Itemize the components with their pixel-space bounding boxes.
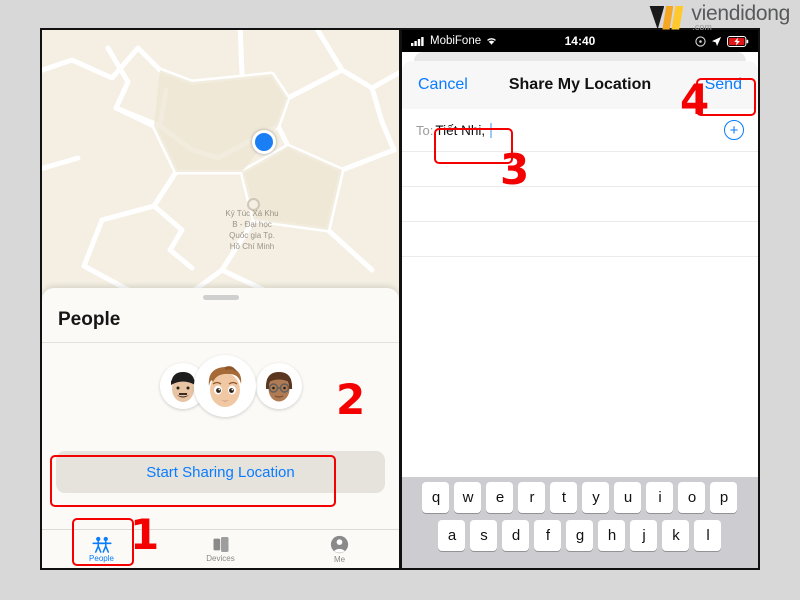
- annotation-number-3: 3: [500, 145, 530, 194]
- key-e[interactable]: e: [486, 482, 514, 513]
- map-label-line-3: Quốc gia Tp.: [229, 231, 275, 240]
- annotation-number-4: 4: [680, 75, 710, 124]
- map-place-label: Ký Túc Xá Khu B - Đại học Quốc gia Tp. H…: [192, 208, 312, 252]
- logo-wordmark: viendidong .com: [691, 3, 790, 32]
- devices-icon: [213, 536, 228, 552]
- status-bar: MobiFone 14:40: [401, 30, 758, 52]
- logo-orange-bar: [662, 5, 674, 30]
- annotation-box-2: [50, 455, 336, 507]
- key-s[interactable]: s: [470, 520, 498, 551]
- tab-me[interactable]: Me: [280, 530, 399, 568]
- key-k[interactable]: k: [662, 520, 690, 551]
- map-roads: [42, 30, 399, 294]
- logo-black-triangle: [649, 5, 665, 30]
- people-sheet-title: People: [58, 309, 121, 330]
- watermark-logo: viendidong .com: [649, 3, 790, 32]
- battery-charging-icon: [727, 35, 749, 47]
- map-label-line-2: B - Đại học: [232, 220, 272, 229]
- recipient-blank-row: [401, 187, 758, 222]
- key-q[interactable]: q: [422, 482, 450, 513]
- keyboard-row-2: a s d f g h j k l: [402, 520, 758, 551]
- recipient-blank-row: [401, 222, 758, 257]
- key-a[interactable]: a: [438, 520, 466, 551]
- key-i[interactable]: i: [646, 482, 674, 513]
- location-arrow-icon: [711, 36, 722, 46]
- map-label-line-1: Ký Túc Xá Khu: [225, 209, 279, 218]
- key-y[interactable]: y: [582, 482, 610, 513]
- key-w[interactable]: w: [454, 482, 482, 513]
- page-root: viendidong .com Ký Túc Xá Khu B - Đại họ…: [0, 0, 800, 600]
- tab-devices[interactable]: Devices: [161, 530, 280, 568]
- status-bar-right: [695, 35, 749, 47]
- keyboard-row-1: q w e r t y u i o p: [402, 482, 758, 513]
- viendidong-logo-mark: [649, 5, 685, 30]
- key-p[interactable]: p: [710, 482, 738, 513]
- map-label-line-4: Hồ Chí Minh: [229, 242, 275, 251]
- memoji-woman-glasses-icon: [265, 372, 293, 402]
- onscreen-keyboard: q w e r t y u i o p a s d f g h j k l: [401, 477, 758, 568]
- key-h[interactable]: h: [598, 520, 626, 551]
- alarm-icon: [695, 35, 706, 47]
- annotation-number-2: 2: [336, 375, 366, 424]
- key-u[interactable]: u: [614, 482, 642, 513]
- tab-me-label: Me: [333, 554, 346, 564]
- annotation-box-1: [72, 518, 134, 566]
- avatar-memoji-2[interactable]: [194, 355, 256, 417]
- person-circle-icon: [330, 535, 349, 553]
- tab-devices-label: Devices: [206, 553, 235, 563]
- annotation-number-1: 1: [130, 510, 160, 559]
- memoji-boy-brown-hair-icon: [208, 366, 242, 407]
- key-d[interactable]: d: [502, 520, 530, 551]
- map-view[interactable]: Ký Túc Xá Khu B - Đại học Quốc gia Tp. H…: [42, 30, 399, 294]
- sheet-divider: [42, 342, 399, 343]
- logo-name: viendidong: [691, 2, 790, 25]
- add-contact-button[interactable]: +: [723, 120, 744, 140]
- key-f[interactable]: f: [534, 520, 562, 551]
- modal-stack-peek: [413, 52, 746, 61]
- logo-domain-suffix: .com: [692, 22, 712, 32]
- current-location-dot: [252, 130, 276, 154]
- logo-yellow-bar: [671, 5, 684, 30]
- key-t[interactable]: t: [550, 482, 578, 513]
- key-o[interactable]: o: [678, 482, 706, 513]
- to-field-label: To:: [415, 122, 434, 138]
- key-g[interactable]: g: [566, 520, 594, 551]
- key-r[interactable]: r: [518, 482, 546, 513]
- key-j[interactable]: j: [630, 520, 658, 551]
- key-l[interactable]: l: [694, 520, 722, 551]
- avatar-memoji-3[interactable]: [256, 363, 302, 409]
